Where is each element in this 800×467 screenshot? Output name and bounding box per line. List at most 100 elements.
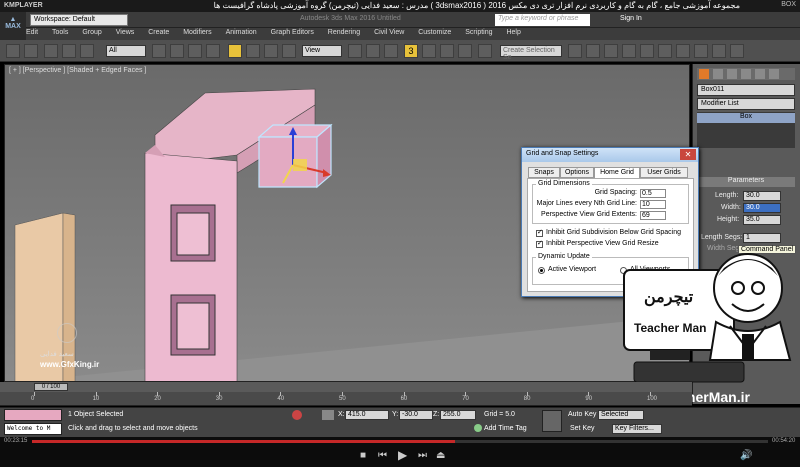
undo-icon[interactable] [6,44,20,58]
pivot-center-icon[interactable] [348,44,362,58]
modify-tab-icon[interactable] [713,69,723,79]
watermark-logo-icon [57,323,77,343]
tab-snaps[interactable]: Snaps [528,167,560,178]
select-manipulate-icon[interactable] [366,44,380,58]
display-tab-icon[interactable] [755,69,765,79]
workspace-dropdown[interactable]: Workspace: Default [30,14,128,26]
menu-help[interactable]: Help [506,28,520,36]
width-spinner[interactable]: 30.0 [743,203,781,213]
y-coord-field[interactable]: -30.0 [399,410,433,420]
inhibit-subdivision-checkbox[interactable] [536,228,543,237]
previous-icon[interactable]: ⏮ [378,450,387,461]
sign-in-button[interactable]: Sign In [620,15,642,22]
select-and-scale-icon[interactable] [264,44,278,58]
set-key-icon[interactable] [542,410,562,432]
select-and-place-icon[interactable] [282,44,296,58]
dialog-close-icon[interactable]: ✕ [680,149,696,160]
app-menu-button[interactable]: ▲ MAX [0,12,26,40]
named-selection-dropdown[interactable]: Create Selection Se [500,45,562,61]
edit-named-selection-icon[interactable] [478,44,492,58]
mirror-icon[interactable] [568,44,582,58]
key-filters-button[interactable]: Key Filters... [612,424,662,434]
menu-civil-view[interactable]: Civil View [374,28,404,36]
create-tab-icon[interactable] [699,69,709,79]
stop-icon[interactable]: ■ [360,450,366,461]
select-by-name-icon[interactable] [170,44,184,58]
rectangular-selection-icon[interactable] [188,44,202,58]
bind-space-warp-icon[interactable] [80,44,94,58]
render-production-icon[interactable] [730,44,744,58]
active-viewport-radio[interactable] [538,267,545,274]
menu-edit[interactable]: Edit [26,28,38,36]
menu-customize[interactable]: Customize [418,28,451,36]
maxscript-listener[interactable]: Welcome to M [4,423,62,435]
volume-icon[interactable]: 🔊 [740,450,752,461]
redo-icon[interactable] [24,44,38,58]
spinner-snap-icon[interactable] [458,44,472,58]
keyboard-shortcut-icon[interactable] [384,44,398,58]
layer-manager-icon[interactable] [604,44,618,58]
snaps-toggle-icon[interactable]: 3 [404,44,418,58]
add-time-tag-button[interactable]: Add Time Tag [484,425,527,432]
perspective-extents-input[interactable]: 69 [640,211,666,220]
lock-selection-icon[interactable] [292,410,302,420]
schematic-view-icon[interactable] [658,44,672,58]
tab-home-grid[interactable]: Home Grid [594,167,640,178]
set-key-button[interactable]: Set Key [570,425,595,432]
eject-icon[interactable]: ⏏ [436,450,445,461]
modifier-list-dropdown[interactable]: Modifier List [697,98,795,110]
menu-animation[interactable]: Animation [226,28,257,36]
reference-coordinate-dropdown[interactable]: View [302,45,342,57]
angle-snap-icon[interactable] [422,44,436,58]
height-spinner[interactable]: 35.0 [743,215,781,225]
time-slider[interactable]: 0 / 100 [34,383,68,391]
stack-item-box[interactable]: Box [697,113,795,123]
utilities-tab-icon[interactable] [769,69,779,79]
menu-tools[interactable]: Tools [52,28,68,36]
menu-group[interactable]: Group [82,28,101,36]
select-and-rotate-icon[interactable] [246,44,260,58]
z-coord-field[interactable]: 255.0 [440,410,476,420]
rendered-frame-icon[interactable] [712,44,726,58]
key-mode-dropdown[interactable]: Selected [598,410,644,420]
selection-filter-dropdown[interactable]: All [106,45,146,57]
grid-spacing-input[interactable]: 0.5 [640,189,666,198]
menu-views[interactable]: Views [116,28,135,36]
graphite-ribbon-icon[interactable] [622,44,636,58]
inhibit-perspective-checkbox[interactable] [536,239,543,248]
dialog-title[interactable]: Grid and Snap Settings [522,148,698,162]
search-input[interactable]: Type a keyword or phrase [495,14,590,26]
next-icon[interactable]: ⏭ [418,450,427,461]
absolute-mode-icon[interactable] [322,410,334,420]
tab-options[interactable]: Options [560,167,594,178]
menu-create[interactable]: Create [148,28,169,36]
time-slider-track[interactable] [0,382,692,392]
menu-scripting[interactable]: Scripting [465,28,492,36]
render-setup-icon[interactable] [694,44,708,58]
tab-user-grids[interactable]: User Grids [640,167,688,178]
parameters-rollout[interactable]: Parameters [697,177,795,187]
auto-key-button[interactable]: Auto Key [568,411,596,418]
length-spinner[interactable]: 30.0 [743,191,781,201]
unlink-icon[interactable] [62,44,76,58]
major-lines-input[interactable]: 10 [640,200,666,209]
player-seek-fill [32,440,456,443]
hierarchy-tab-icon[interactable] [727,69,737,79]
motion-tab-icon[interactable] [741,69,751,79]
window-crossing-icon[interactable] [206,44,220,58]
object-name-field[interactable]: Box011 [697,84,795,96]
play-icon[interactable]: ▶ [398,448,407,462]
curve-editor-icon[interactable] [640,44,654,58]
link-icon[interactable] [44,44,58,58]
menu-graph-editors[interactable]: Graph Editors [271,28,314,36]
select-and-move-icon[interactable] [228,44,242,58]
align-icon[interactable] [586,44,600,58]
x-coord-field[interactable]: 415.0 [345,410,389,420]
menu-rendering[interactable]: Rendering [328,28,360,36]
percent-snap-icon[interactable] [440,44,454,58]
menu-modifiers[interactable]: Modifiers [183,28,211,36]
time-tag-icon[interactable] [474,424,482,432]
material-editor-icon[interactable] [676,44,690,58]
maxscript-mini-listener-top[interactable] [4,409,62,421]
select-object-icon[interactable] [152,44,166,58]
